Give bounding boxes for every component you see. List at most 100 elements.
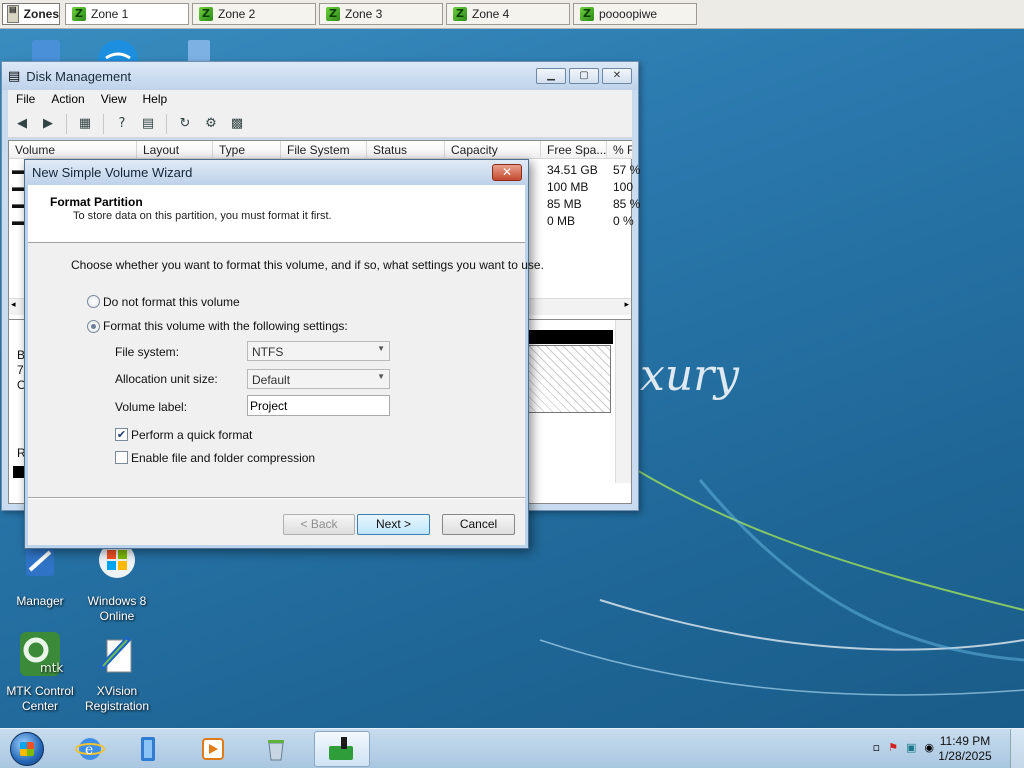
wizard-titlebar[interactable]: New Simple Volume Wizard (25, 160, 528, 185)
desktop-icon-label: Manager (16, 594, 64, 608)
zones-menu-button[interactable]: ▤ Zones (2, 3, 60, 25)
window-title: Disk Management (26, 68, 132, 84)
scroll-left-icon[interactable]: ◂ (11, 300, 16, 310)
recycle-bin-icon (268, 740, 284, 761)
zones-icon: ▤ (7, 5, 19, 23)
quick-format-label[interactable]: Perform a quick format (131, 428, 252, 442)
allocation-unit-select[interactable]: Default ▼ (247, 369, 390, 389)
back-button[interactable]: < Back (283, 514, 355, 535)
vertical-scrollbar[interactable] (615, 320, 631, 483)
back-arrow-icon[interactable]: ◀ (12, 114, 32, 134)
taskbar-explorer[interactable] (120, 731, 176, 767)
taskbar: e ▫ ⚑ ▣ ◉ 11:49 PM 1/28/2025 (0, 728, 1024, 768)
taskbar-internet-explorer[interactable]: e (62, 731, 118, 767)
compression-label[interactable]: Enable file and folder compression (131, 451, 315, 465)
table-cell: 100 (613, 180, 634, 194)
column-header-layout[interactable]: Layout (137, 141, 213, 159)
quick-format-checkbox[interactable]: ✔ (115, 428, 128, 441)
volume-label-label: Volume label: (115, 400, 188, 414)
maximize-button[interactable]: ▢ (569, 68, 599, 84)
table-cell: 85 % (613, 197, 641, 211)
help-icon[interactable]: ? (112, 114, 132, 134)
settings-icon[interactable]: ⚙ (201, 114, 221, 134)
zone-tab-1[interactable]: Z Zone 1 (65, 3, 189, 25)
system-tray: ▫ ⚑ ▣ ◉ (873, 741, 934, 754)
desktop-icon-xvision-registration[interactable]: XVision Registration (77, 630, 157, 714)
clock-time: 11:49 PM (939, 734, 991, 748)
desktop-icon-windows8-online[interactable]: Windows 8 Online (77, 540, 157, 624)
column-header-status[interactable]: Status (367, 141, 445, 159)
show-desktop-button[interactable] (1010, 729, 1024, 768)
menu-view[interactable]: View (93, 90, 135, 110)
refresh-icon[interactable]: ↻ (175, 114, 195, 134)
disk-management-app-icon: ▤ (8, 68, 21, 84)
registration-pen-icon (98, 635, 132, 673)
clock[interactable]: 11:49 PM 1/28/2025 (930, 734, 1000, 764)
volume-label-input[interactable]: Project (247, 395, 390, 416)
zone-tab-label: Zone 1 (91, 7, 129, 21)
menu-help[interactable]: Help (135, 90, 176, 110)
scroll-right-icon[interactable]: ▸ (624, 300, 629, 310)
forward-arrow-icon[interactable]: ▶ (38, 114, 58, 134)
file-system-select[interactable]: NTFS ▼ (247, 341, 390, 361)
svg-text:e: e (85, 742, 93, 758)
taskbar-recycle-bin[interactable] (248, 731, 304, 767)
rescan-icon[interactable]: ▩ (227, 114, 247, 134)
column-header-volume[interactable]: Volume (9, 141, 137, 159)
desktop-icon-manager[interactable]: Manager (0, 540, 80, 609)
table-cell: 85 MB (547, 197, 582, 211)
close-button[interactable]: ✕ (602, 68, 632, 84)
taskbar-disk-management[interactable] (314, 731, 370, 767)
show-hidden-icons-icon[interactable]: ▫ (873, 741, 880, 754)
taskbar-media-player[interactable] (184, 731, 240, 767)
wizard-header: Format Partition To store data on this p… (28, 185, 525, 243)
unallocated-partition-block[interactable] (527, 345, 611, 413)
drive-icon: ▬ (12, 180, 24, 194)
column-header-file-system[interactable]: File System (281, 141, 367, 159)
format-volume-radio[interactable] (87, 320, 100, 333)
do-not-format-radio[interactable] (87, 295, 100, 308)
zones-menu-label: Zones (23, 7, 59, 21)
file-system-label: File system: (115, 345, 180, 359)
allocation-unit-label: Allocation unit size: (115, 372, 218, 386)
network-icon[interactable]: ▣ (906, 741, 916, 754)
drive-icon: ▬ (12, 163, 24, 177)
chevron-down-icon: ▼ (377, 344, 385, 353)
minimize-button[interactable]: ▁ (536, 68, 566, 84)
zone-tab-3[interactable]: Z Zone 3 (319, 3, 443, 25)
drive-icon: ▬ (12, 197, 24, 211)
zone-tab-label: poooopiwe (599, 7, 658, 21)
zone-tab-2[interactable]: Z Zone 2 (192, 3, 316, 25)
internet-explorer-icon: e (75, 738, 105, 760)
toolbar-separator (66, 113, 67, 134)
zone-tab-label: Zone 3 (345, 7, 383, 21)
zone-tab-5[interactable]: Z poooopiwe (573, 3, 697, 25)
menu-action[interactable]: Action (43, 90, 92, 110)
column-header-free-space[interactable]: Free Spa... (541, 141, 607, 159)
menu-file[interactable]: File (8, 90, 43, 110)
desktop-icon-mtk-control-center[interactable]: mtk MTK Control Center (0, 630, 80, 714)
column-header-capacity[interactable]: Capacity (445, 141, 541, 159)
zone-tab-label: Zone 2 (218, 7, 256, 21)
column-header-percent-free[interactable]: % Fr (607, 141, 633, 159)
compression-checkbox[interactable] (115, 451, 128, 464)
chevron-down-icon: ▼ (377, 372, 385, 381)
zones-bar: ▤ Zones Z Zone 1 Z Zone 2 Z Zone 3 Z Zon… (0, 0, 1024, 29)
console-tree-icon[interactable]: ▦ (75, 114, 95, 134)
wizard-close-button[interactable]: ✕ (492, 164, 522, 181)
table-cell: 0 MB (547, 214, 576, 228)
mtk-icon: mtk (20, 632, 63, 676)
next-button[interactable]: Next > (357, 514, 430, 535)
wizard-page-title: Format Partition (50, 195, 143, 209)
table-cell: 34.51 GB (547, 163, 598, 177)
do-not-format-label[interactable]: Do not format this volume (103, 295, 240, 309)
flag-icon[interactable]: ⚑ (888, 741, 898, 754)
zone-tab-4[interactable]: Z Zone 4 (446, 3, 570, 25)
format-volume-label[interactable]: Format this volume with the following se… (103, 319, 348, 333)
cancel-button[interactable]: Cancel (442, 514, 515, 535)
svg-text:mtk: mtk (40, 661, 63, 675)
properties-icon[interactable]: ▤ (138, 114, 158, 134)
folder-icon (141, 737, 155, 761)
start-button[interactable] (10, 732, 44, 766)
column-header-type[interactable]: Type (213, 141, 281, 159)
